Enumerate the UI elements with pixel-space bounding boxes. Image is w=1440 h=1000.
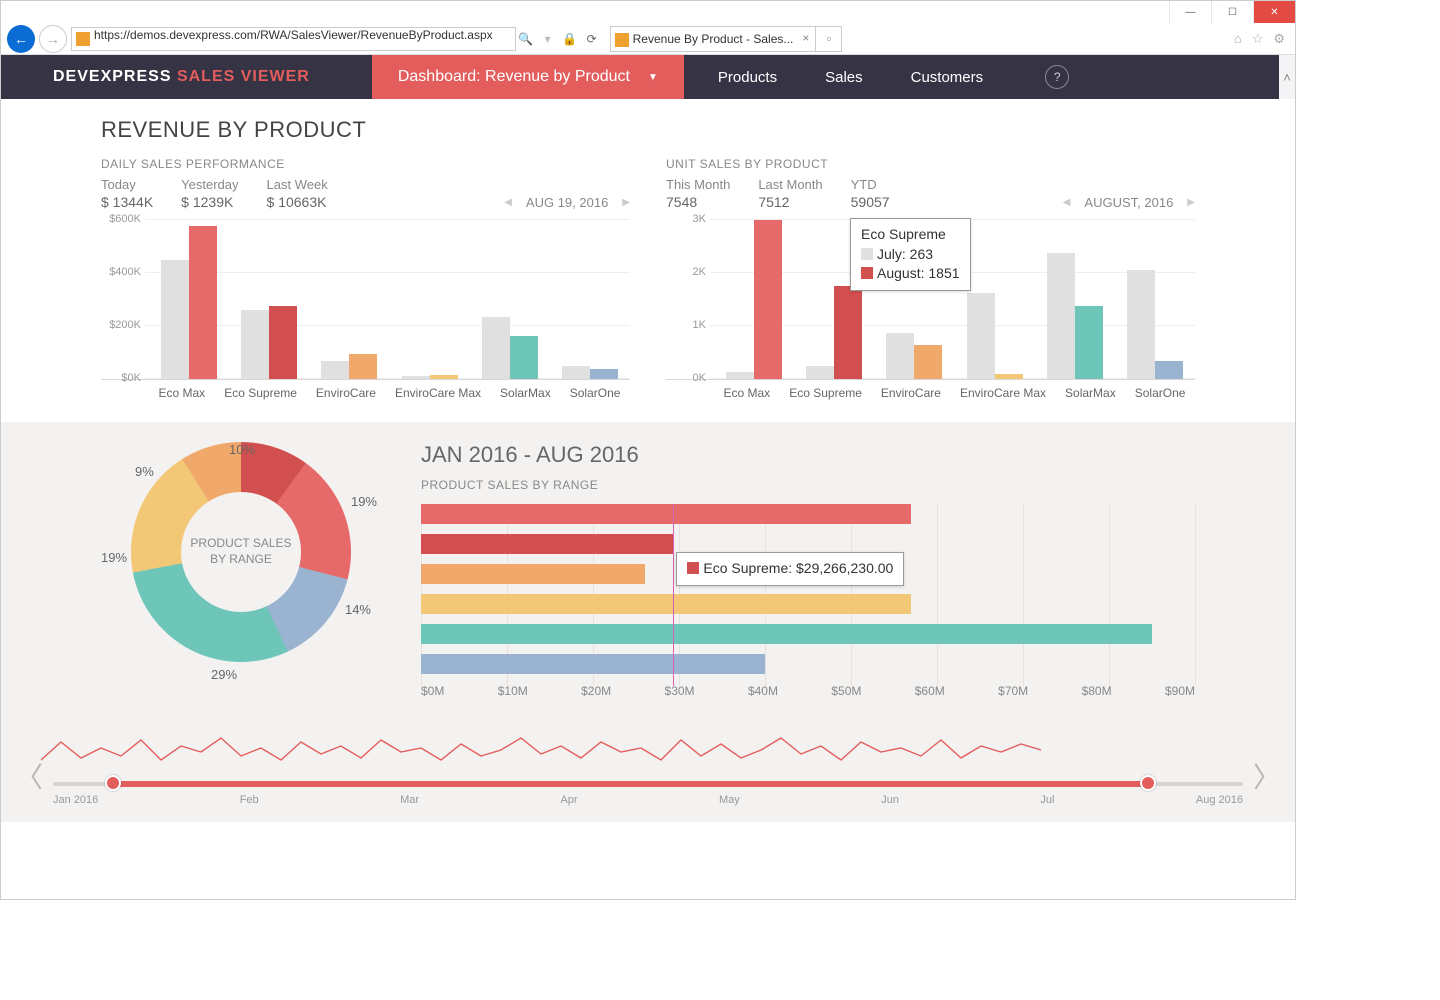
favicon-icon [615,33,629,47]
address-bar[interactable]: https://demos.devexpress.com/RWA/SalesVi… [71,27,516,51]
range-tooltip: Eco Supreme: $29,266,230.00 [676,552,904,586]
timeline-next-icon[interactable]: 〉 [1253,756,1281,796]
range-subtitle: PRODUCT SALES BY RANGE [421,478,1195,492]
tab-title: Revenue By Product - Sales... [633,32,794,46]
scroll-up-icon[interactable]: ˄ [1279,55,1295,99]
window-max-button[interactable]: ☐ [1211,1,1253,23]
chevron-down-icon: ▼ [648,72,658,83]
search-icon[interactable]: 🔍 [518,32,534,46]
next-month-icon[interactable]: ▶ [1187,197,1195,208]
range-title: JAN 2016 - AUG 2016 [421,442,1195,468]
month-picker[interactable]: ◀ AUGUST, 2016 ▶ [1063,195,1195,210]
date-picker[interactable]: ◀ AUG 19, 2016 ▶ [504,195,630,210]
favicon-icon [76,32,90,46]
current-month: AUGUST, 2016 [1084,195,1173,210]
nav-back-button[interactable]: ← [7,25,35,53]
help-button[interactable]: ? [1045,65,1069,89]
page-title: REVENUE BY PRODUCT [101,117,1195,143]
window-close-button[interactable]: ✕ [1253,1,1295,23]
browser-toolbar: ← → https://demos.devexpress.com/RWA/Sal… [1,23,1295,55]
nav-forward-button[interactable]: → [39,25,67,53]
prev-month-icon[interactable]: ◀ [1063,197,1071,208]
chart-unit-sales[interactable]: 0K1K2K3KEco MaxEco SupremeEnviroCareEnvi… [666,220,1195,400]
prev-date-icon[interactable]: ◀ [504,197,512,208]
settings-icon[interactable]: ⚙ [1273,31,1285,47]
donut-center-label: PRODUCT SALES BY RANGE [181,492,301,612]
chart-tooltip: Eco Supreme July: 263 August: 1851 [850,218,971,291]
current-date: AUG 19, 2016 [526,195,608,210]
card-heading: DAILY SALES PERFORMANCE [101,157,630,171]
window-min-button[interactable]: — [1169,1,1211,23]
timeline-range-selector[interactable]: 〈 〉 Jan 2016FebMarAprMayJunJulAug 2016 [11,724,1285,812]
address-url: https://demos.devexpress.com/RWA/SalesVi… [94,28,493,42]
chart-donut[interactable]: PRODUCT SALES BY RANGE 10% 19% 14% 29% 1… [101,442,381,662]
range-handle-start[interactable] [105,775,121,791]
refresh-icon[interactable]: ⟳ [584,32,600,46]
card-unit-sales: UNIT SALES BY PRODUCT This Month7548 Las… [666,157,1195,400]
nav-customers[interactable]: Customers [911,69,984,86]
app-header: DEVEXPRESS SALES VIEWER Dashboard: Reven… [1,55,1295,99]
timeline-prev-icon[interactable]: 〈 [15,756,43,796]
dashboard-dropdown[interactable]: Dashboard: Revenue by Product ▼ [372,55,684,99]
chart-range-bars[interactable]: $0M$10M$20M$30M$40M$50M$60M$70M$80M$90M … [421,504,1195,704]
card-heading: UNIT SALES BY PRODUCT [666,157,1195,171]
card-daily-sales: DAILY SALES PERFORMANCE Today$ 1344K Yes… [101,157,630,400]
browser-tab[interactable]: Revenue By Product - Sales... × [610,26,817,52]
next-date-icon[interactable]: ▶ [622,197,630,208]
timeline-sparkline [41,730,1041,774]
range-handle-end[interactable] [1140,775,1156,791]
home-icon[interactable]: ⌂ [1234,31,1242,47]
new-tab-button[interactable]: ▫ [816,26,842,52]
window-titlebar: — ☐ ✕ [1,1,1295,23]
chart-daily-sales[interactable]: $0K$200K$400K$600KEco MaxEco SupremeEnvi… [101,220,630,400]
nav-sales[interactable]: Sales [825,69,863,86]
tab-close-icon[interactable]: × [802,31,809,45]
dashboard-label: Dashboard: Revenue by Product [398,68,630,86]
brand-logo: DEVEXPRESS SALES VIEWER [1,68,372,86]
lock-icon: 🔒 [562,32,578,46]
favorites-icon[interactable]: ☆ [1252,31,1264,47]
nav-products[interactable]: Products [718,69,777,86]
